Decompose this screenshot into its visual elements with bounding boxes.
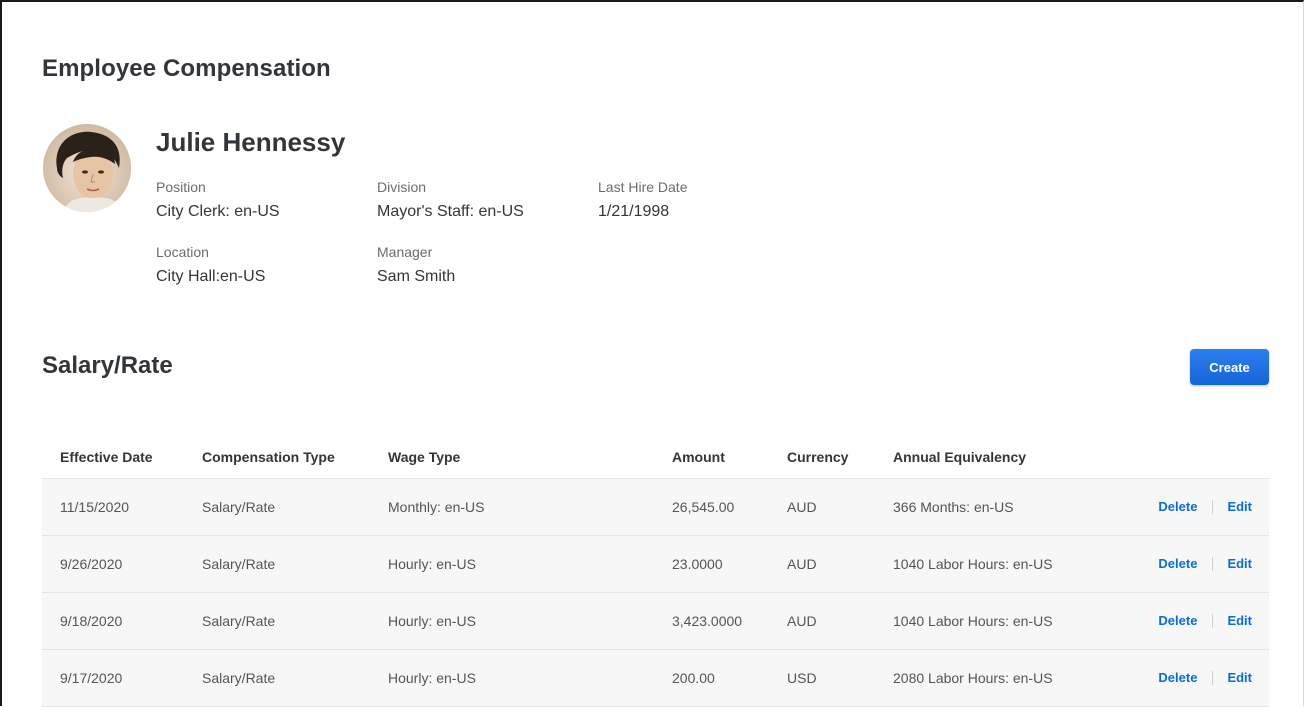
cell-amount: 200.00: [654, 648, 769, 707]
location-value: City Hall:en-US: [156, 268, 266, 285]
cell-actions: Delete Edit: [1121, 477, 1269, 536]
action-divider: [1212, 670, 1214, 685]
employee-photo: [43, 124, 131, 212]
position-label: Position: [156, 179, 206, 195]
delete-link[interactable]: Delete: [1158, 556, 1197, 571]
cell-annual-equivalency: 1040 Labor Hours: en-US: [875, 591, 1121, 650]
cell-annual-equivalency: 1040 Labor Hours: en-US: [875, 534, 1121, 593]
location-label: Location: [156, 244, 209, 260]
cell-compensation-type: Salary/Rate: [184, 648, 370, 707]
column-header-wage-type[interactable]: Wage Type: [370, 436, 654, 479]
page-title: Employee Compensation: [42, 55, 331, 82]
cell-annual-equivalency: 366 Months: en-US: [875, 477, 1121, 536]
column-header-compensation-type[interactable]: Compensation Type: [184, 436, 370, 479]
cell-actions: Delete Edit: [1121, 648, 1269, 707]
delete-link[interactable]: Delete: [1158, 499, 1197, 514]
edit-link[interactable]: Edit: [1227, 670, 1252, 685]
cell-compensation-type: Salary/Rate: [184, 534, 370, 593]
cell-currency: USD: [769, 648, 875, 707]
action-divider: [1212, 613, 1214, 628]
edit-link[interactable]: Edit: [1227, 499, 1252, 514]
create-button[interactable]: Create: [1190, 349, 1269, 385]
division-field: Division Mayor's Staff: en-US: [377, 179, 524, 221]
position-field: Position City Clerk: en-US: [156, 179, 280, 221]
column-header-currency[interactable]: Currency: [769, 436, 875, 479]
table-header-row: Effective Date Compensation Type Wage Ty…: [42, 436, 1269, 479]
salary-section-title: Salary/Rate: [42, 352, 173, 379]
action-divider: [1212, 499, 1214, 514]
location-field: Location City Hall:en-US: [156, 244, 265, 286]
column-header-effective-date[interactable]: Effective Date: [42, 436, 184, 479]
delete-link[interactable]: Delete: [1158, 670, 1197, 685]
cell-compensation-type: Salary/Rate: [184, 591, 370, 650]
cell-actions: Delete Edit: [1121, 534, 1269, 593]
column-header-actions: [1121, 436, 1269, 479]
cell-wage-type: Hourly: en-US: [370, 591, 654, 650]
app-frame: Employee Compensation Julie Hennessy Pos…: [0, 0, 1304, 707]
table-row: 9/17/2020 Salary/Rate Hourly: en-US 200.…: [42, 648, 1269, 707]
cell-compensation-type: Salary/Rate: [184, 477, 370, 536]
table-row: 9/18/2020 Salary/Rate Hourly: en-US 3,42…: [42, 591, 1269, 650]
cell-currency: AUD: [769, 477, 875, 536]
cell-wage-type: Monthly: en-US: [370, 477, 654, 536]
table-row: 9/26/2020 Salary/Rate Hourly: en-US 23.0…: [42, 534, 1269, 593]
cell-amount: 23.0000: [654, 534, 769, 593]
column-header-amount[interactable]: Amount: [654, 436, 769, 479]
cell-currency: AUD: [769, 591, 875, 650]
division-label: Division: [377, 179, 427, 195]
last-hire-date-label: Last Hire Date: [598, 179, 688, 195]
cell-wage-type: Hourly: en-US: [370, 534, 654, 593]
last-hire-date-field: Last Hire Date 1/21/1998: [598, 179, 687, 221]
position-value: City Clerk: en-US: [156, 203, 280, 220]
delete-link[interactable]: Delete: [1158, 613, 1197, 628]
edit-link[interactable]: Edit: [1227, 556, 1252, 571]
manager-label: Manager: [377, 244, 433, 260]
cell-effective-date: 9/26/2020: [42, 534, 184, 593]
manager-value: Sam Smith: [377, 268, 456, 285]
column-header-annual-equivalency[interactable]: Annual Equivalency: [875, 436, 1121, 479]
cell-amount: 3,423.0000: [654, 591, 769, 650]
employee-name: Julie Hennessy: [156, 127, 346, 157]
cell-wage-type: Hourly: en-US: [370, 648, 654, 707]
edit-link[interactable]: Edit: [1227, 613, 1252, 628]
last-hire-date-value: 1/21/1998: [598, 203, 670, 220]
table-row: 11/15/2020 Salary/Rate Monthly: en-US 26…: [42, 477, 1269, 536]
cell-effective-date: 11/15/2020: [42, 477, 184, 536]
cell-effective-date: 9/18/2020: [42, 591, 184, 650]
cell-annual-equivalency: 2080 Labor Hours: en-US: [875, 648, 1121, 707]
avatar: [43, 124, 131, 212]
cell-effective-date: 9/17/2020: [42, 648, 184, 707]
salary-table: Effective Date Compensation Type Wage Ty…: [42, 436, 1269, 707]
cell-actions: Delete Edit: [1121, 591, 1269, 650]
manager-field: Manager Sam Smith: [377, 244, 455, 286]
division-value: Mayor's Staff: en-US: [377, 203, 524, 220]
action-divider: [1212, 556, 1214, 571]
cell-currency: AUD: [769, 534, 875, 593]
cell-amount: 26,545.00: [654, 477, 769, 536]
